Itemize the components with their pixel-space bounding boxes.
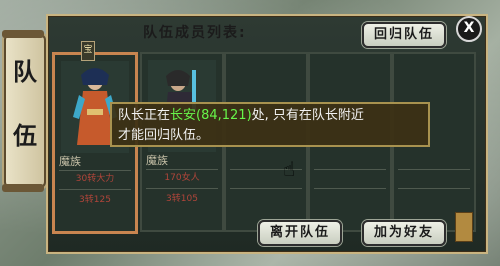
divider bbox=[398, 169, 470, 170]
close-icon[interactable]: X bbox=[456, 16, 482, 42]
add-friend-button[interactable]: 加为好友 bbox=[362, 220, 446, 246]
divider bbox=[314, 188, 386, 189]
member-level: 30转大力 bbox=[75, 174, 115, 184]
member-race: 魔族 bbox=[59, 155, 81, 168]
tooltip-text-1: 队长正在 bbox=[118, 108, 171, 123]
member-level: 170女人 bbox=[164, 173, 200, 183]
flag-icon: 宝 bbox=[81, 41, 95, 61]
scroll-rod-top bbox=[2, 30, 44, 38]
divider bbox=[59, 189, 131, 190]
hand-cursor-icon: ☝ bbox=[283, 157, 296, 181]
team-tab[interactable]: 队 伍 bbox=[2, 30, 46, 192]
tab-char-1: 队 bbox=[13, 58, 37, 86]
seal-decoration bbox=[455, 212, 473, 242]
tab-char-2: 伍 bbox=[13, 122, 37, 150]
divider bbox=[314, 169, 386, 170]
divider bbox=[398, 188, 470, 189]
member-rebirth: 3转125 bbox=[79, 195, 111, 205]
tooltip-text-3: 才能回归队伍。 bbox=[118, 128, 210, 143]
leave-team-button[interactable]: 离开队伍 bbox=[258, 220, 342, 246]
panel-title: 队伍成员列表: bbox=[143, 25, 247, 41]
member-race: 魔族 bbox=[146, 154, 168, 167]
leader-location: 长安(84,121) bbox=[170, 108, 252, 123]
return-team-button[interactable]: 回归队伍 bbox=[362, 22, 446, 48]
scroll-rod-bottom bbox=[2, 184, 44, 192]
leader-location-tooltip: 队长正在长安(84,121)处, 只有在队长附近 才能回归队伍。 bbox=[110, 102, 430, 147]
tooltip-text-2: 处, 只有在队长附近 bbox=[251, 108, 364, 123]
divider bbox=[146, 188, 218, 189]
divider bbox=[230, 188, 302, 189]
member-rebirth: 3转105 bbox=[166, 194, 198, 204]
